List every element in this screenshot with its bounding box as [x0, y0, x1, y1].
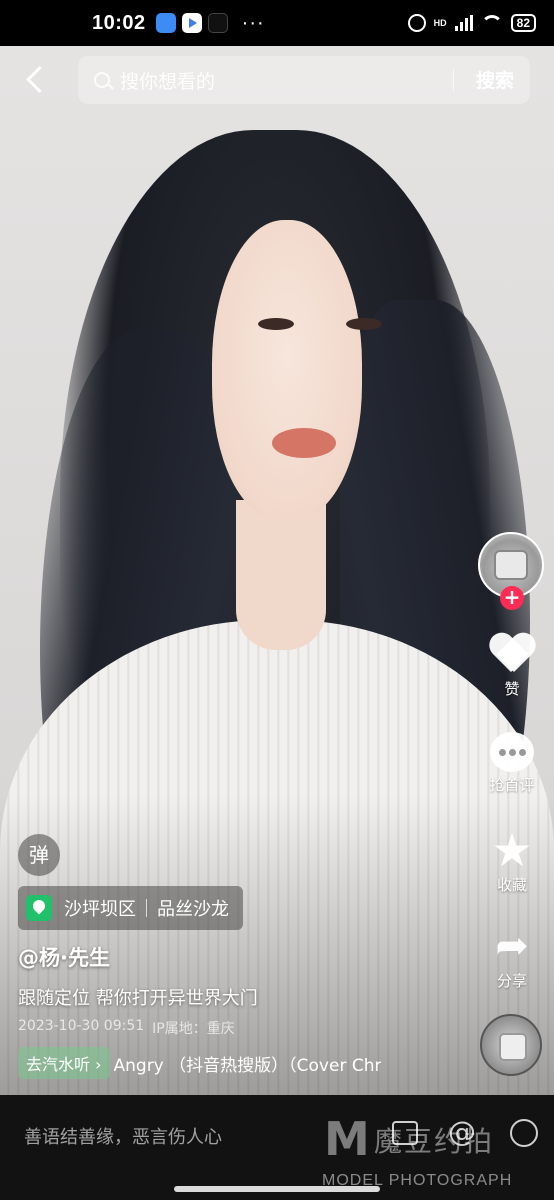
tiktok-notification-icon [207, 13, 228, 33]
signal-icon [454, 15, 473, 31]
music-app-tag[interactable]: 去汽水听 › [18, 1047, 110, 1079]
favorite-button[interactable]: ★ 收藏 [476, 823, 548, 895]
post-date: 2023-10-30 09:51 [18, 1018, 145, 1034]
watermark-logo: M [324, 1112, 370, 1166]
app-notification-icon [155, 13, 176, 33]
home-indicator[interactable] [174, 1186, 380, 1192]
avatar-image [494, 550, 528, 580]
search-icon [94, 72, 110, 88]
music-disc[interactable] [480, 1014, 542, 1076]
video-photo-face [212, 220, 362, 520]
comment-button[interactable]: 抢首评 [476, 732, 548, 795]
status-right: HD 82 [407, 14, 536, 32]
search-divider [453, 69, 454, 91]
heart-icon [489, 634, 535, 676]
video-photo-neck [236, 500, 326, 650]
search-input[interactable]: 搜你想看的 搜索 [78, 56, 530, 104]
danmu-toggle-button[interactable]: 弹 [18, 834, 60, 876]
search-button[interactable]: 搜索 [476, 66, 514, 93]
battery-level: 82 [510, 14, 536, 32]
notification-icons [155, 13, 228, 33]
network-label: HD [433, 18, 447, 28]
location-name: 沙坪坝区 [64, 899, 136, 920]
emoji-icon[interactable] [510, 1119, 538, 1147]
alarm-icon [407, 14, 426, 32]
star-icon: ★ [491, 823, 533, 877]
share-button[interactable]: ➦ 分享 [476, 924, 548, 991]
video-player[interactable] [0, 0, 554, 1095]
video-photo-eye [258, 318, 294, 330]
like-label: 赞 [504, 680, 520, 698]
watermark-title: 魔豆约拍 [374, 1125, 495, 1158]
post-ip-location: IP属地：重庆 [152, 1021, 235, 1037]
status-bar: 10:02 ··· HD 82 [0, 0, 554, 46]
search-placeholder: 搜你想看的 [120, 70, 216, 93]
favorite-label: 收藏 [496, 876, 527, 894]
like-button[interactable]: 赞 [476, 634, 548, 699]
author-username[interactable]: @杨·先生 [18, 942, 110, 972]
location-chip[interactable]: 沙坪坝区 品丝沙龙 [18, 886, 243, 930]
status-time: 10:02 [92, 11, 146, 34]
comment-icon [490, 732, 534, 772]
post-caption: 跟随定位 帮你打开异世界大门 [18, 988, 258, 1009]
video-photo-eye [346, 318, 382, 330]
location-shop: 品丝沙龙 [157, 899, 229, 920]
comment-input[interactable]: 善语结善缘，恶言伤人心 [24, 1123, 222, 1149]
wifi-icon [480, 15, 503, 31]
music-title: Angry （抖音热搜版）（Cover Chr [113, 1055, 382, 1076]
share-label: 分享 [496, 972, 527, 990]
comment-label: 抢首评 [489, 776, 535, 794]
video-photo-lips [272, 428, 336, 458]
pin-icon [26, 895, 52, 921]
video-app-notification-icon [181, 13, 202, 33]
post-meta: 2023-10-30 09:51 IP属地：重庆 [18, 1018, 235, 1038]
share-icon: ➦ [495, 923, 529, 969]
follow-button[interactable]: + [500, 586, 524, 610]
location-divider [146, 899, 147, 917]
music-row[interactable]: 去汽水听 › Angry （抖音热搜版）（Cover Chr [18, 1046, 410, 1080]
back-icon[interactable] [22, 62, 52, 98]
more-notifications-icon: ··· [241, 11, 265, 34]
